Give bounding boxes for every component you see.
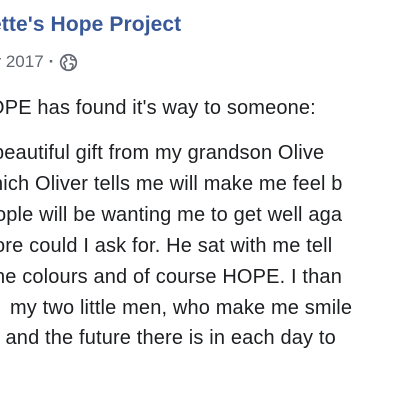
post-text-line: ore could I ask for. He sat with me tell xyxy=(0,235,333,257)
meta-separator: · xyxy=(48,52,55,71)
post-text-line: hich Oliver tells me will make me feel b xyxy=(0,173,343,195)
post-text-line: r and the future there is in each day to xyxy=(0,327,336,349)
post-text-line: he colours and of course HOPE. I than xyxy=(0,266,342,288)
post-text-line: ople will be wanting me to get well aga xyxy=(0,204,343,226)
globe-icon[interactable] xyxy=(59,53,78,72)
post-date-link[interactable]: er 2017 xyxy=(0,52,44,72)
post-meta: er 2017 · xyxy=(0,52,78,72)
post-text-line: OPE has found it's way to someone: xyxy=(0,97,316,119)
post-text-line: my two little men, who make me smile xyxy=(10,297,353,319)
post-text-line: beautiful gift from my grandson Olive xyxy=(0,142,325,164)
page-name-link[interactable]: ette's Hope Project xyxy=(0,13,181,37)
facebook-post: ette's Hope Project er 2017 · OPE has fo… xyxy=(0,0,400,400)
